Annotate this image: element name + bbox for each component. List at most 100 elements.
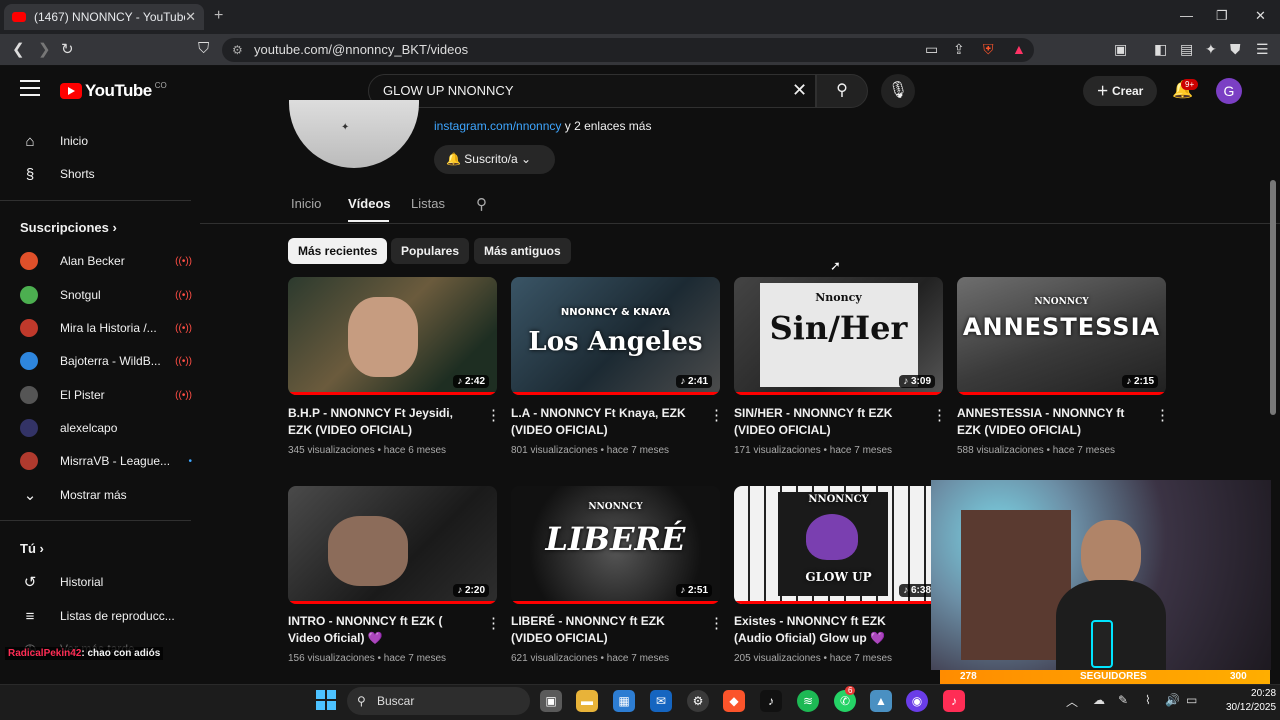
video-title[interactable]: B.H.P - NNONNCY Ft Jeysidi, EZK (VIDEO O… [288,405,478,439]
bookmark-icon[interactable]: ⛉ [198,40,209,57]
video-title[interactable]: L.A - NNONNCY Ft Knaya, EZK (VIDEO OFICI… [511,405,701,439]
leo-ai-icon[interactable]: ✦ [1205,41,1217,58]
subscriptions-heading[interactable]: Suscripciones › [20,220,117,235]
voice-search-button[interactable]: 🎙 [881,74,915,108]
url-field[interactable]: ⚙ youtube.com/@nnonncy_BKT/videos [222,38,1034,62]
tab-videos[interactable]: Vídeos [348,196,391,211]
video-thumbnail[interactable]: NNONNCY ANNESTESSIA ♪ 2:15 [957,277,1166,395]
sidebar-item-shorts[interactable]: § Shorts [20,162,192,186]
more-actions-icon[interactable]: ⋮ [709,614,724,632]
store-icon[interactable]: ▦ [613,690,635,712]
taskbar-search[interactable]: ⚲ Buscar [347,687,530,715]
duration-badge: ♪ 2:41 [676,375,712,388]
obs-icon[interactable]: ◉ [906,690,928,712]
more-links-text[interactable]: y 2 enlaces más [561,119,652,133]
video-thumbnail[interactable]: NNONNCY LIBERÉ ♪ 2:51 [511,486,720,604]
system-clock[interactable]: 20:28 30/12/2025 [1226,687,1276,715]
tab-inicio[interactable]: Inicio [291,196,321,211]
video-thumbnail[interactable]: NNONNCY & KNAYA Los Angeles ♪ 2:41 [511,277,720,395]
video-thumbnail[interactable]: Nnoncy Sin/Her ♪ 3:09 [734,277,943,395]
subscription-item[interactable]: Bajoterra - WildB... ((•)) [20,349,192,373]
spotify-icon[interactable]: ≋ [797,690,819,712]
instagram-link[interactable]: instagram.com/nnonncy [434,119,561,133]
subscription-item[interactable]: Snotgul ((•)) [20,283,192,307]
minimize-icon[interactable]: — [1180,8,1193,23]
brave-shield-icon[interactable]: ⛨ [983,41,994,58]
weather-icon[interactable]: ☁ [1093,693,1105,707]
task-view-icon[interactable]: ▣ [540,690,562,712]
forward-icon[interactable]: ❯ [38,40,51,58]
chip-mas-recientes[interactable]: Más recientes [288,238,388,264]
chip-populares[interactable]: Populares [391,238,470,264]
sidebar-item-inicio[interactable]: ⌂ Inicio [20,129,192,153]
menu-icon[interactable]: ☰ [1256,41,1269,58]
sidebar-item-history[interactable]: ↺ Historial [20,570,192,594]
vpn-icon[interactable]: ⛊ [1230,41,1241,58]
browser-tab[interactable]: (1467) NNONNCY - YouTube ✕ [4,4,204,30]
sidebar-item-playlists[interactable]: ≡ Listas de reproducc... [20,604,192,628]
subscription-item[interactable]: MisrraVB - League... • [20,449,192,473]
wifi-icon[interactable]: ⌇ [1145,693,1151,707]
more-actions-icon[interactable]: ⋮ [709,406,724,424]
clear-search-icon[interactable]: ✕ [792,80,807,101]
wallet-icon[interactable]: ▤ [1180,41,1193,58]
reload-icon[interactable]: ↻ [61,40,74,58]
site-info-icon[interactable]: ⚙ [232,38,243,62]
steam-icon[interactable]: ⚙ [687,690,709,712]
tab-listas[interactable]: Listas [411,196,445,211]
you-heading[interactable]: Tú › [20,541,44,556]
video-title[interactable]: INTRO - NNONNCY ft EZK ( Video Oficial) … [288,613,478,647]
video-thumbnail[interactable]: NNONNCY GLOW UP ♪ 6:38 [734,486,943,604]
close-tab-icon[interactable]: ✕ [185,9,196,25]
show-more-button[interactable]: ⌄ Mostrar más [20,483,192,507]
reader-icon[interactable]: ▣ [1114,41,1127,58]
pen-icon[interactable]: ✎ [1118,693,1128,707]
close-window-icon[interactable]: ✕ [1255,8,1266,24]
cast-icon[interactable]: ▭ [925,41,938,58]
chip-mas-antiguos[interactable]: Más antiguos [474,238,571,264]
maximize-icon[interactable]: ❐ [1216,8,1228,24]
brave-browser-icon[interactable]: ◆ [723,690,745,712]
subscribed-button[interactable]: 🔔 Suscrito/a ⌄ [434,145,555,174]
video-title[interactable]: SIN/HER - NNONNCY ft EZK (VIDEO OFICIAL) [734,405,924,439]
volume-icon[interactable]: 🔊 [1165,693,1180,707]
search-input[interactable]: GLOW UP NNONNCY [368,74,816,108]
back-icon[interactable]: ❮ [12,40,25,58]
create-button[interactable]: ＋ Crear [1083,76,1157,106]
sidebar-toggle-icon[interactable]: ◧ [1154,41,1167,58]
tiktok-live-icon[interactable]: ♪ [943,690,965,712]
subscription-item[interactable]: El Pister ((•)) [20,383,192,407]
subscription-item[interactable]: Mira la Historia /... ((•)) [20,316,192,340]
video-title[interactable]: Existes - NNONNCY ft EZK (Audio Oficial)… [734,613,924,647]
brave-rewards-icon[interactable]: ▲ [1012,41,1026,57]
account-avatar[interactable]: G [1216,78,1242,104]
windows-taskbar [0,684,1280,720]
more-actions-icon[interactable]: ⋮ [486,614,501,632]
channel-search-icon[interactable]: ⚲ [476,195,487,213]
more-actions-icon[interactable]: ⋮ [486,406,501,424]
subscription-item[interactable]: alexelcapo [20,416,192,440]
hamburger-menu-icon[interactable] [20,80,40,96]
share-icon[interactable]: ⇪ [953,41,965,58]
mail-icon[interactable]: ✉ [650,690,672,712]
more-actions-icon[interactable]: ⋮ [1155,406,1170,424]
video-title[interactable]: ANNESTESSIA - NNONNCY ft EZK (VIDEO OFIC… [957,405,1147,439]
photos-icon[interactable]: ▲ [870,690,892,712]
channel-links[interactable]: instagram.com/nnonncy y 2 enlaces más [434,119,651,133]
page-scrollbar[interactable] [1270,180,1276,415]
windows-start-icon[interactable] [316,690,336,710]
search-button[interactable]: ⚲ [816,74,868,108]
file-explorer-icon[interactable]: ▬ [576,690,598,712]
new-tab-icon[interactable]: + [214,7,223,25]
video-title[interactable]: LIBERÉ - NNONNCY ft EZK (VIDEO OFICIAL) [511,613,701,647]
tiktok-icon[interactable]: ♪ [760,690,782,712]
video-thumbnail[interactable]: ♪ 2:20 [288,486,497,604]
youtube-logo[interactable]: YouTube CO [60,81,167,101]
tray-chevron-icon[interactable]: ︿ [1066,693,1078,710]
subscription-item[interactable]: Alan Becker ((•)) [20,249,192,273]
url-text: youtube.com/@nnonncy_BKT/videos [254,42,469,57]
more-actions-icon[interactable]: ⋮ [932,406,947,424]
battery-icon[interactable]: ▭ [1186,693,1197,707]
video-thumbnail[interactable]: ♪ 2:42 [288,277,497,395]
subscription-label: MisrraVB - League... [60,454,171,468]
